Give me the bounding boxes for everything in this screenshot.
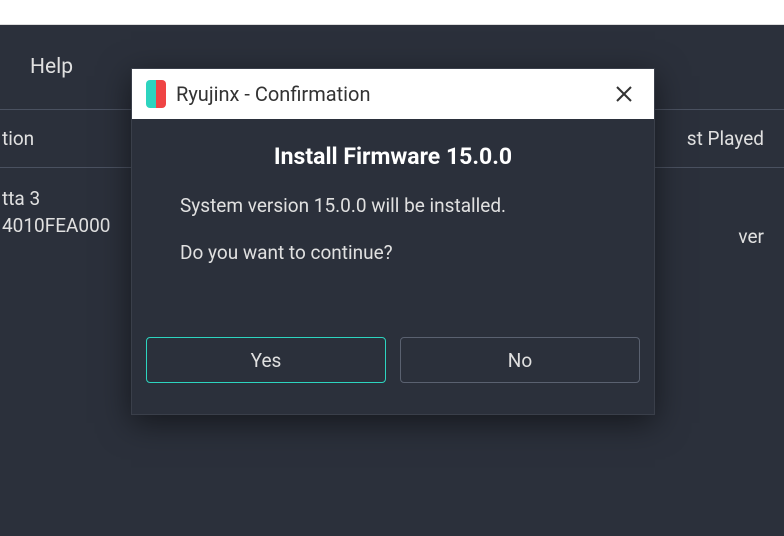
column-header-right[interactable]: st Played [687,127,764,150]
dialog-message-line1: System version 15.0.0 will be installed. [162,192,624,221]
menu-help[interactable]: Help [6,55,97,79]
dialog-button-row: Yes No [132,337,654,401]
row-right-value: ver [738,225,764,248]
close-icon [615,85,633,103]
yes-button[interactable]: Yes [146,337,386,383]
ryujinx-logo-icon [146,80,166,108]
dialog-body: Install Firmware 15.0.0 System version 1… [132,119,654,305]
dialog-message-line2: Do you want to continue? [162,239,624,268]
close-button[interactable] [608,78,640,110]
no-button[interactable]: No [400,337,640,383]
confirmation-dialog: Ryujinx - Confirmation Install Firmware … [131,68,655,415]
dialog-title: Ryujinx - Confirmation [176,82,608,106]
dialog-titlebar[interactable]: Ryujinx - Confirmation [132,69,654,119]
column-header-left[interactable]: tion [0,127,34,150]
window-chrome [0,0,784,25]
dialog-heading: Install Firmware 15.0.0 [162,143,624,170]
